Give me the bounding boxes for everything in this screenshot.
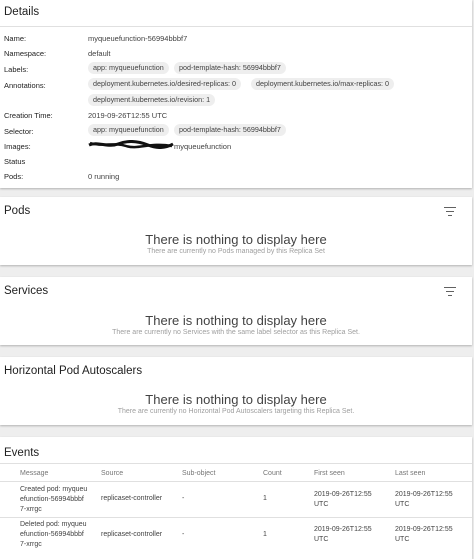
selector-chip: pod-template-hash: 56994bbbf7 [174, 124, 286, 136]
row-divider [0, 517, 472, 518]
event-count: 1 [263, 531, 267, 538]
hpa-empty-title: There is nothing to display here [145, 392, 327, 407]
label-chip: pod-template-hash: 56994bbbf7 [174, 62, 286, 74]
event-subobject: - [182, 495, 185, 502]
annotation-chip: deployment.kubernetes.io/max-replicas: 0 [251, 78, 395, 90]
details-card: Details Name: myqueuefunction-56994bbbf7… [0, 0, 472, 188]
redaction-scribble [88, 140, 174, 149]
hpa-header: Horizontal Pod Autoscalers [0, 357, 472, 384]
services-empty-subtitle: There are currently no Services with the… [112, 329, 360, 336]
annotation-chip: deployment.kubernetes.io/desired-replica… [88, 78, 242, 90]
hpa-empty-subtitle: There are currently no Horizontal Pod Au… [117, 408, 355, 415]
namespace-label: Namespace: [4, 49, 47, 58]
event-last-seen: 2019-09-26T12:55 UTC [395, 491, 453, 508]
event-message: Deleted pod: myqueu efunction-56994bbbf … [20, 521, 87, 548]
annotations-label: Annotations: [4, 81, 46, 90]
pods-title: Pods [4, 205, 31, 217]
images-label: Images: [4, 142, 31, 151]
details-header: Details [0, 0, 472, 27]
event-first-seen: 2019-09-26T12:55 UTC [314, 491, 372, 508]
creation-time-label: Creation Time: [4, 111, 53, 120]
images-value: myqueuefunction [174, 142, 232, 151]
pods-value: 0 running [88, 172, 120, 181]
event-source: replicaset-controller [101, 531, 163, 538]
events-title: Events [4, 447, 40, 459]
events-header: Events [0, 437, 472, 464]
selector-label: Selector: [4, 127, 34, 136]
column-header-last-seen[interactable]: Last seen [395, 470, 425, 477]
column-header-subobject[interactable]: Sub-object [182, 470, 215, 477]
column-header-source[interactable]: Source [101, 470, 123, 477]
hpa-title: Horizontal Pod Autoscalers [4, 365, 143, 377]
selector-chip: app: myqueuefunction [88, 124, 169, 136]
filter-icon[interactable] [444, 207, 456, 217]
pods-header: Pods [0, 197, 472, 224]
name-label: Name: [4, 34, 27, 43]
event-first-seen: 2019-09-26T12:55 UTC [314, 526, 372, 543]
pods-empty-subtitle: There are currently no Pods managed by t… [147, 248, 325, 255]
header-divider [0, 481, 472, 482]
services-card: Services There is nothing to display her… [0, 277, 472, 345]
name-value: myqueuefunction-56994bbbf7 [88, 34, 188, 43]
event-count: 1 [263, 495, 267, 502]
services-title: Services [4, 285, 49, 297]
labels-label: Labels: [4, 65, 29, 74]
services-header: Services [0, 277, 472, 304]
details-title: Details [4, 6, 40, 18]
label-chip: app: myqueuefunction [88, 62, 169, 74]
event-subobject: - [182, 531, 185, 538]
column-header-count[interactable]: Count [263, 470, 282, 477]
event-message: Created pod: myqueu efunction-56994bbbf … [20, 486, 88, 513]
hpa-card: Horizontal Pod Autoscalers There is noth… [0, 357, 472, 425]
event-last-seen: 2019-09-26T12:55 UTC [395, 526, 453, 543]
pods-card: Pods There is nothing to display here Th… [0, 197, 472, 265]
column-header-first-seen[interactable]: First seen [314, 470, 345, 477]
pods-empty-title: There is nothing to display here [145, 232, 327, 247]
filter-icon[interactable] [444, 287, 456, 297]
services-empty-title: There is nothing to display here [145, 313, 327, 328]
event-source: replicaset-controller [101, 495, 163, 502]
pods-label: Pods: [4, 172, 24, 181]
namespace-value: default [88, 49, 111, 58]
events-card: Events Message Source Sub-object Count F… [0, 437, 472, 559]
status-label: Status [4, 157, 26, 166]
annotation-chip: deployment.kubernetes.io/revision: 1 [88, 94, 216, 106]
creation-time-value: 2019-09-26T12:55 UTC [88, 111, 168, 120]
column-header-message[interactable]: Message [20, 470, 48, 477]
